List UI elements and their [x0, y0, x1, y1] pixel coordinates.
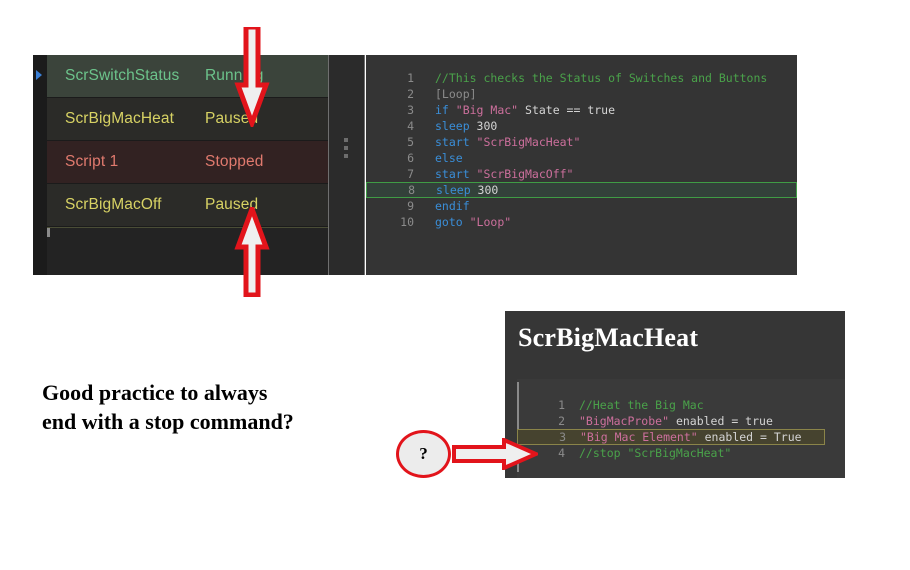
code-token: else — [435, 151, 463, 165]
code-token: "Loop" — [469, 215, 512, 229]
caption-line-1: Good practice to always — [42, 380, 268, 405]
list-scroll-tick — [47, 228, 50, 237]
code-token: sleep — [436, 183, 478, 197]
arrow-down-icon — [232, 24, 272, 131]
code-token: 300 — [476, 119, 498, 133]
question-badge-ellipse: ? — [396, 430, 451, 478]
question-badge: ? — [396, 430, 451, 478]
caption: Good practice to always end with a stop … — [42, 378, 462, 436]
line-number: 8 — [408, 183, 415, 197]
heat-lines-container: 1 //Heat the Big Mac 2 "BigMacProbe" ena… — [517, 397, 845, 461]
arrow-right-icon — [452, 436, 541, 472]
code-token: sleep — [435, 119, 477, 133]
code-line[interactable]: 6 else — [366, 150, 797, 166]
arrow-up-icon — [232, 201, 272, 298]
code-token: start — [435, 135, 477, 149]
code-line-highlighted[interactable]: 3 "Big Mac Element" enabled = True — [517, 429, 825, 445]
script-row[interactable]: ScrBigMacHeat Paused — [47, 98, 328, 141]
code-line[interactable]: 3 if "Big Mac" State == true — [366, 102, 797, 118]
code-token: enabled = True — [697, 430, 802, 444]
line-number: 4 — [407, 119, 414, 133]
code-line[interactable]: 4 sleep 300 — [366, 118, 797, 134]
code-lines-container: 1 //This checks the Status of Switches a… — [366, 70, 797, 230]
line-number: 9 — [407, 199, 414, 213]
code-token: endif — [435, 199, 470, 213]
code-token: "Big Mac" — [455, 103, 519, 117]
script-status-list-panel: ScrSwitchStatus Running ScrBigMacHeat Pa… — [33, 55, 328, 275]
script-row[interactable]: Script 1 Stopped — [47, 141, 328, 184]
code-editor-panel[interactable]: 1 //This checks the Status of Switches a… — [366, 55, 797, 275]
code-line[interactable]: 9 endif — [366, 198, 797, 214]
code-line[interactable]: 10 goto "Loop" — [366, 214, 797, 230]
script-row[interactable]: ScrBigMacOff Paused — [47, 184, 328, 227]
script-name: ScrBigMacHeat — [65, 110, 174, 127]
question-mark-label: ? — [419, 444, 428, 463]
line-number: 10 — [400, 215, 414, 229]
code-token: //This checks the Status of Switches and… — [435, 71, 768, 85]
script-rows-container: ScrSwitchStatus Running ScrBigMacHeat Pa… — [47, 55, 328, 273]
script-name: ScrSwitchStatus — [65, 67, 180, 84]
code-line[interactable]: 1 //This checks the Status of Switches a… — [366, 70, 797, 86]
line-number: 1 — [407, 71, 414, 85]
code-token: "ScrBigMacHeat" — [476, 135, 581, 149]
line-number: 1 — [558, 398, 565, 412]
script-list-empty-area — [47, 227, 328, 273]
line-number: 5 — [407, 135, 414, 149]
code-line[interactable]: 7 start "ScrBigMacOff" — [366, 166, 797, 182]
code-token: enabled = true — [669, 414, 773, 428]
code-line[interactable]: 1 //Heat the Big Mac — [517, 397, 845, 413]
script-row[interactable]: ScrSwitchStatus Running — [47, 55, 328, 98]
line-number: 7 — [407, 167, 414, 181]
script-status-badge: Stopped — [205, 153, 264, 170]
code-line[interactable]: 2 [Loop] — [366, 86, 797, 102]
heat-script-title: ScrBigMacHeat — [518, 323, 699, 352]
code-token: [Loop] — [435, 87, 477, 101]
code-token: //Heat the Big Mac — [579, 398, 704, 412]
line-number: 2 — [558, 414, 565, 428]
code-token: "ScrBigMacOff" — [476, 167, 574, 181]
code-token: if — [435, 103, 456, 117]
script-name: ScrBigMacOff — [65, 196, 162, 213]
script-list-gutter — [33, 55, 47, 275]
code-token: //stop "ScrBigMacHeat" — [579, 446, 732, 460]
code-line[interactable]: 5 start "ScrBigMacHeat" — [366, 134, 797, 150]
line-number: 2 — [407, 87, 414, 101]
heat-script-panel: ScrBigMacHeat 1 //Heat the Big Mac 2 "Bi… — [505, 311, 845, 478]
code-line[interactable]: 2 "BigMacProbe" enabled = true — [517, 413, 845, 429]
line-number: 3 — [407, 103, 414, 117]
code-line-highlighted[interactable]: 8 sleep 300 — [366, 182, 797, 198]
script-name: Script 1 — [65, 153, 119, 170]
code-token: goto — [435, 215, 470, 229]
code-token: "Big Mac Element" — [580, 430, 698, 444]
code-token: start — [435, 167, 477, 181]
vertical-dots-grip-icon[interactable] — [344, 138, 348, 162]
code-line[interactable]: 4 //stop "ScrBigMacHeat" — [517, 445, 845, 461]
caption-line-2: end with a stop command? — [42, 409, 294, 435]
code-token: "BigMacProbe" — [579, 414, 670, 428]
heat-code-editor[interactable]: 1 //Heat the Big Mac 2 "BigMacProbe" ena… — [517, 379, 845, 478]
code-token: 300 — [477, 183, 499, 197]
panel-splitter[interactable] — [328, 55, 365, 275]
line-number: 6 — [407, 151, 414, 165]
code-token: State == true — [518, 103, 616, 117]
play-triangle-icon — [36, 70, 42, 80]
